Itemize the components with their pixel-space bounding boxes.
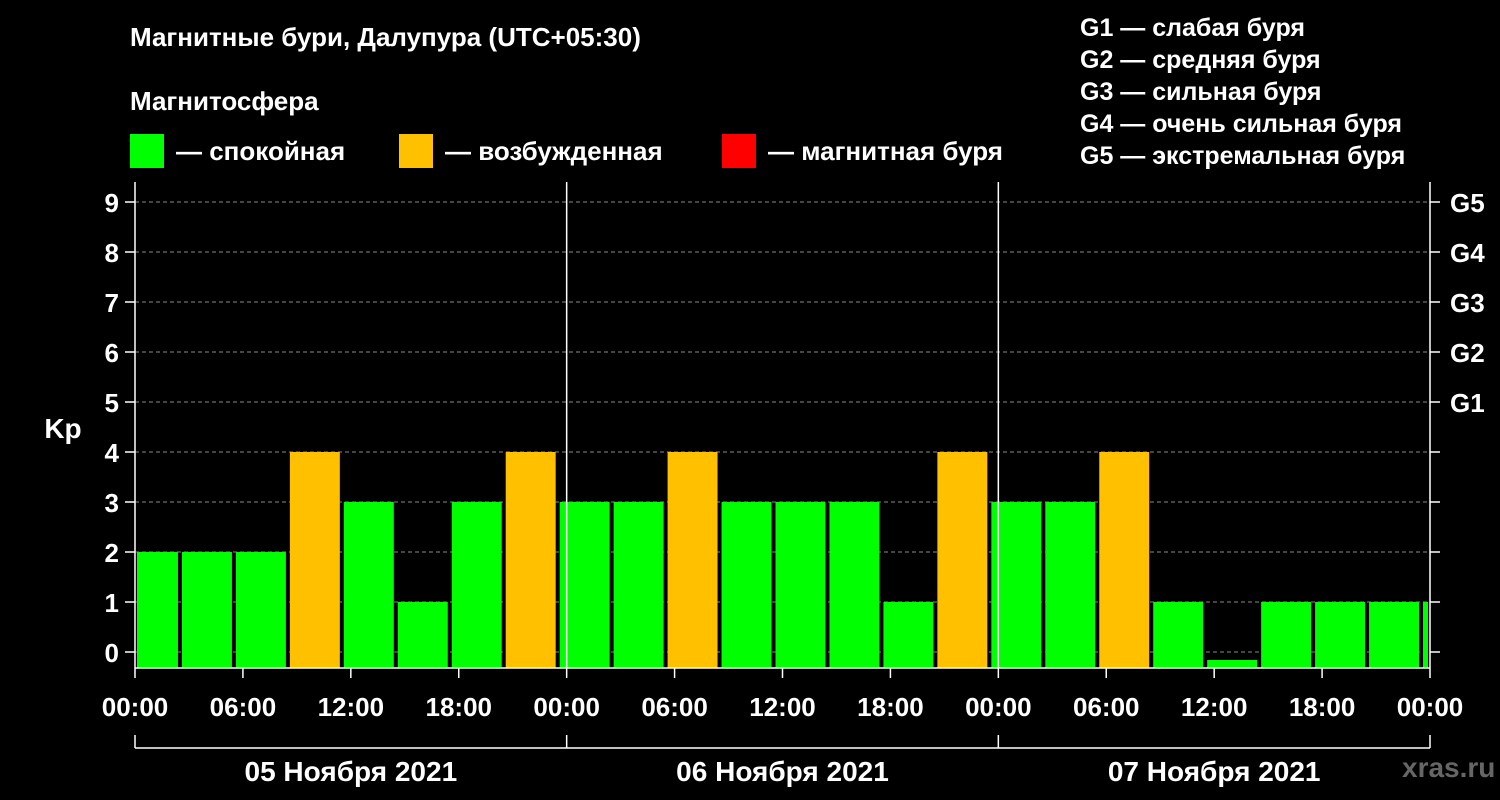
y-tick-label-9: 9 <box>105 188 119 218</box>
kp-bar-18 <box>1099 452 1150 668</box>
kp-bar-20 <box>1207 660 1258 668</box>
day-label-0: 05 Ноября 2021 <box>245 756 458 787</box>
y-axis-label: Kp <box>44 413 81 444</box>
y-tick-label-7: 7 <box>105 288 119 318</box>
g-tick-label-G4: G4 <box>1450 238 1485 268</box>
kp-bar-23 <box>1369 602 1420 668</box>
x-tick-label-8: 00:00 <box>965 692 1032 722</box>
day-label-1: 06 Ноября 2021 <box>676 756 889 787</box>
y-tick-label-2: 2 <box>105 538 119 568</box>
x-tick-label-6: 12:00 <box>749 692 816 722</box>
kp-bar-24 <box>1423 602 1428 668</box>
kp-bar-15 <box>937 452 988 668</box>
y-tick-label-5: 5 <box>105 388 119 418</box>
kp-bar-5 <box>397 602 448 668</box>
y-tick-label-3: 3 <box>105 488 119 518</box>
kp-bar-21 <box>1261 602 1312 668</box>
kp-bar-22 <box>1315 602 1366 668</box>
kp-bar-19 <box>1153 602 1204 668</box>
x-tick-label-2: 12:00 <box>318 692 385 722</box>
kp-bar-9 <box>613 502 664 668</box>
kp-bar-1 <box>181 552 232 668</box>
kp-bar-13 <box>829 502 880 668</box>
kp-bar-6 <box>451 502 502 668</box>
x-tick-label-12: 00:00 <box>1397 692 1464 722</box>
y-tick-label-0: 0 <box>105 638 119 668</box>
day-label-2: 07 Ноября 2021 <box>1108 756 1321 787</box>
g-tick-label-G2: G2 <box>1450 338 1485 368</box>
watermark: xras.ru <box>1402 752 1496 783</box>
y-tick-label-4: 4 <box>105 438 120 468</box>
kp-bar-14 <box>883 602 934 668</box>
x-tick-label-4: 00:00 <box>533 692 600 722</box>
kp-bar-7 <box>505 452 556 668</box>
x-tick-label-5: 06:00 <box>641 692 708 722</box>
kp-bar-10 <box>667 452 718 668</box>
kp-bar-12 <box>775 502 826 668</box>
y-tick-label-1: 1 <box>105 588 119 618</box>
x-tick-label-11: 18:00 <box>1289 692 1356 722</box>
g-tick-label-G1: G1 <box>1450 388 1485 418</box>
x-tick-label-7: 18:00 <box>857 692 924 722</box>
kp-bar-11 <box>721 502 772 668</box>
x-tick-label-1: 06:00 <box>210 692 277 722</box>
kp-chart: 0 1 2 3 4 5 6 7 8 9 G1 G2 G3 G4 G5 Kp 00:00 06:00 12:00 18:… <box>44 182 1485 787</box>
x-tick-label-10: 12:00 <box>1181 692 1248 722</box>
kp-bar-17 <box>1045 502 1096 668</box>
x-tick-label-3: 18:00 <box>426 692 493 722</box>
kp-bar-3 <box>289 452 340 668</box>
kp-bar-4 <box>343 502 394 668</box>
g-tick-label-G3: G3 <box>1450 288 1485 318</box>
x-tick-label-0: 00:00 <box>102 692 169 722</box>
kp-bar-0 <box>137 552 178 668</box>
g-tick-label-G5: G5 <box>1450 188 1485 218</box>
kp-bar-2 <box>235 552 286 668</box>
y-tick-label-8: 8 <box>105 238 119 268</box>
y-tick-label-6: 6 <box>105 338 119 368</box>
x-tick-label-9: 06:00 <box>1073 692 1140 722</box>
